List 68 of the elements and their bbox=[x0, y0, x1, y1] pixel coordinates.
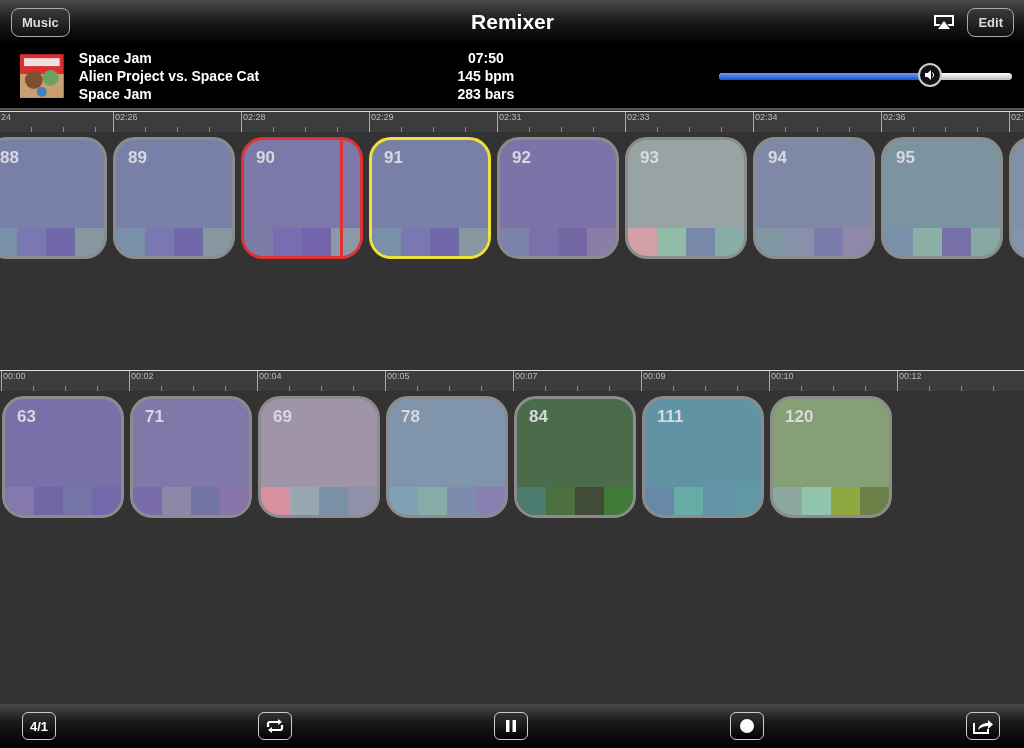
tile-number: 94 bbox=[768, 148, 787, 168]
tile-number: 78 bbox=[401, 407, 420, 427]
time-label: 00:10 bbox=[771, 371, 794, 381]
loop-tile[interactable]: 94 bbox=[753, 137, 875, 259]
edit-button[interactable]: Edit bbox=[967, 7, 1014, 37]
time-label: 00:09 bbox=[643, 371, 666, 381]
repeat-button[interactable] bbox=[258, 712, 292, 740]
tile-number: 120 bbox=[785, 407, 814, 427]
share-icon bbox=[972, 717, 994, 735]
time-label: 02: bbox=[1011, 112, 1024, 122]
time-label: 02:26 bbox=[115, 112, 138, 122]
bar-count: 283 bars bbox=[456, 85, 516, 103]
window-title: Remixer bbox=[471, 10, 554, 34]
speaker-icon bbox=[924, 68, 937, 81]
tile-number: 89 bbox=[128, 148, 147, 168]
loop-tile[interactable]: 89 bbox=[113, 137, 235, 259]
record-button[interactable] bbox=[730, 712, 764, 740]
time-label: 02:33 bbox=[627, 112, 650, 122]
music-button[interactable]: Music bbox=[11, 7, 70, 37]
loop-tile[interactable]: 92 bbox=[497, 137, 619, 259]
pause-icon bbox=[504, 719, 518, 733]
loop-tile[interactable]: 69 bbox=[258, 396, 380, 518]
tile-number: 63 bbox=[17, 407, 36, 427]
tile-number: 93 bbox=[640, 148, 659, 168]
time-label: 24 bbox=[1, 112, 11, 122]
tile-number: 90 bbox=[256, 148, 275, 168]
tile-number: 91 bbox=[384, 148, 403, 168]
volume-handle[interactable] bbox=[918, 62, 943, 87]
loop-tile[interactable]: 71 bbox=[130, 396, 252, 518]
loop-tile[interactable]: 91 bbox=[369, 137, 491, 259]
time-label: 00:12 bbox=[899, 371, 922, 381]
time-label: 00:02 bbox=[131, 371, 154, 381]
loop-tile[interactable]: 78 bbox=[386, 396, 508, 518]
time-label: 00:00 bbox=[3, 371, 26, 381]
time-label: 00:05 bbox=[387, 371, 410, 381]
artist-name: Alien Project vs. Space Cat bbox=[78, 67, 261, 85]
loop-tile[interactable]: 88 bbox=[0, 137, 107, 259]
tile-number: 71 bbox=[145, 407, 164, 427]
tempo: 145 bpm bbox=[456, 67, 516, 85]
loop-tile[interactable]: 84 bbox=[514, 396, 636, 518]
loop-tile[interactable]: 120 bbox=[770, 396, 892, 518]
time-label: 00:04 bbox=[259, 371, 282, 381]
tile-number: 111 bbox=[657, 407, 684, 427]
repeat-icon bbox=[265, 718, 285, 734]
song-title: Space Jam bbox=[78, 49, 153, 67]
loop-tile[interactable]: 111 bbox=[642, 396, 764, 518]
record-icon bbox=[739, 718, 755, 734]
time-label: 02:34 bbox=[755, 112, 778, 122]
tile-number: 88 bbox=[0, 148, 19, 168]
loop-tile[interactable]: 93 bbox=[625, 137, 747, 259]
share-button[interactable] bbox=[966, 712, 1000, 740]
album-name: Space Jam bbox=[78, 85, 153, 103]
play-pause-button[interactable] bbox=[494, 712, 528, 740]
time-label: 02:36 bbox=[883, 112, 906, 122]
loop-tile[interactable]: 95 bbox=[881, 137, 1003, 259]
tile-number: 69 bbox=[273, 407, 292, 427]
time-label: 02:31 bbox=[499, 112, 522, 122]
time-label: 02:29 bbox=[371, 112, 394, 122]
time-label: 02:28 bbox=[243, 112, 266, 122]
airplay-icon[interactable] bbox=[933, 14, 956, 30]
duration: 07:50 bbox=[466, 49, 505, 67]
tile-number: 95 bbox=[896, 148, 915, 168]
tile-number: 84 bbox=[529, 407, 548, 427]
meter-button[interactable]: 4/1 bbox=[22, 712, 56, 740]
tile-number: 92 bbox=[512, 148, 531, 168]
loop-tile[interactable]: 90 bbox=[241, 137, 363, 259]
loop-tile[interactable]: 63 bbox=[2, 396, 124, 518]
time-label: 00:07 bbox=[515, 371, 538, 381]
